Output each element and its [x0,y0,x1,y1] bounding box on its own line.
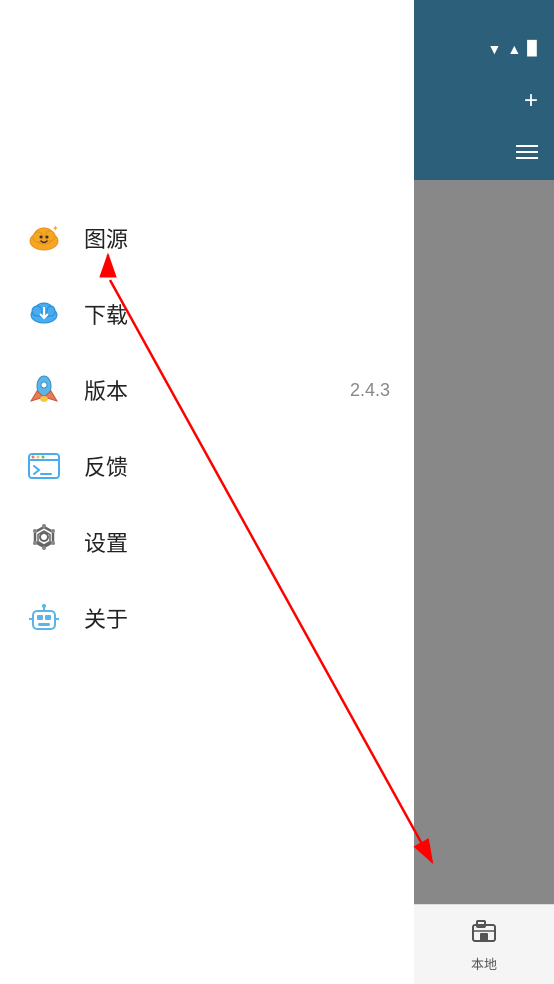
shezhi-icon [24,522,64,562]
shezhi-label: 设置 [84,526,128,558]
battery-icon: ▉ [527,40,538,57]
right-panel-header: ▼ ▲ ▉ + [414,0,554,180]
menu-line-3 [516,157,538,159]
bottom-tab-local[interactable]: 本地 [414,904,554,984]
xiazai-icon [24,294,64,334]
menu-item-tuyuan[interactable]: ✦ 图源 [0,200,414,276]
local-icon [470,917,498,950]
svg-text:✦: ✦ [52,224,59,233]
left-panel: ✦ 图源 下载 [0,0,414,984]
menu-list: ✦ 图源 下载 [0,200,414,656]
menu-item-banben[interactable]: 版本 2.4.3 [0,352,414,428]
guanyu-icon [24,598,64,638]
menu-item-guanyu[interactable]: 关于 [0,580,414,656]
tuyuan-icon: ✦ [24,218,64,258]
xiazai-label: 下载 [84,298,128,330]
banben-icon [24,370,64,410]
menu-item-fankui[interactable]: 反馈 [0,428,414,504]
tuyuan-label: 图源 [84,222,128,254]
menu-item-xiazai[interactable]: 下载 [0,276,414,352]
menu-line-2 [516,151,538,153]
add-button[interactable]: + [524,87,538,115]
local-tab-label: 本地 [471,954,497,973]
fankui-icon [24,446,64,486]
right-content [414,180,554,984]
signal-icon: ▲ [507,41,521,57]
guanyu-label: 关于 [84,602,128,634]
fankui-label: 反馈 [84,450,128,482]
banben-label: 版本 [84,374,128,406]
menu-line-1 [516,145,538,147]
wifi-icon: ▼ [488,41,502,57]
menu-button[interactable] [516,145,538,159]
menu-item-shezhi[interactable]: 设置 [0,504,414,580]
banben-value: 2.4.3 [350,380,390,401]
right-panel: ▼ ▲ ▉ + 本地 [414,0,554,984]
